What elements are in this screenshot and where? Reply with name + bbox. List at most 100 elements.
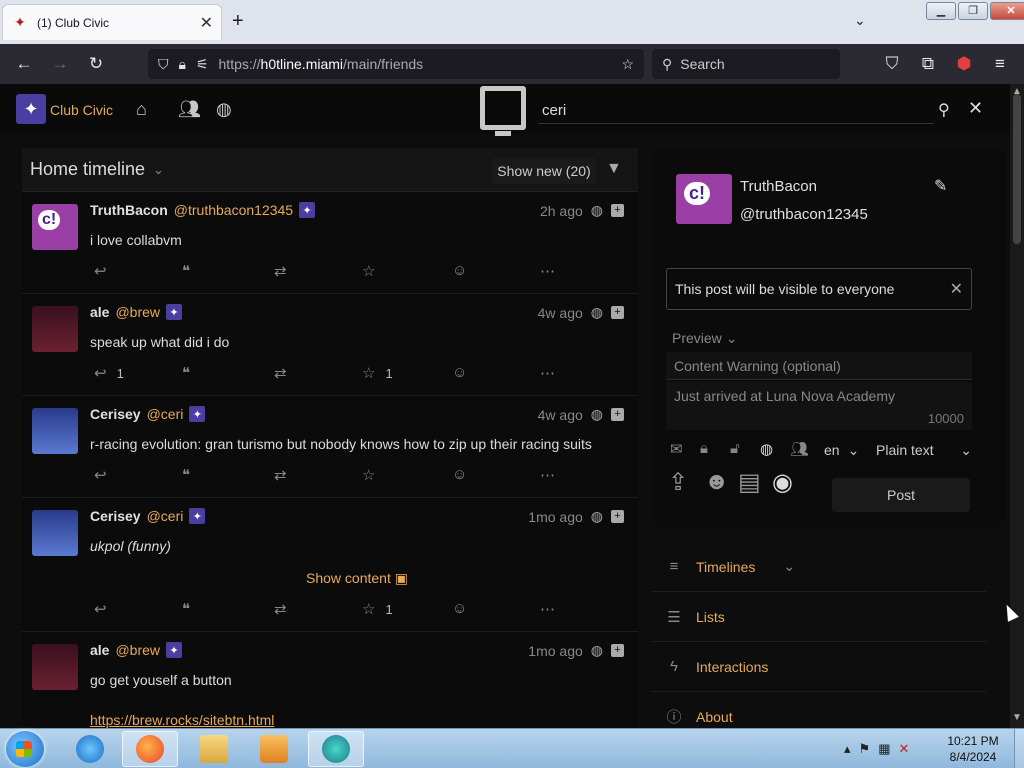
emoji-react-icon[interactable]: ☺ [452,364,467,381]
site-search-input[interactable]: ceri [538,96,934,124]
post-time[interactable]: 2h ago [540,203,583,219]
compose-user-name[interactable]: TruthBacon [740,178,817,195]
compose-user-handle[interactable]: @truthbacon12345 [740,206,868,223]
action-center-flag-icon[interactable]: ⚑ [859,741,871,757]
more-icon[interactable]: ⋯ [540,600,555,618]
quote-icon[interactable]: ❝ [182,364,190,382]
sensitive-media-icon[interactable]: ◉ [772,468,793,497]
scroll-down-icon[interactable]: ▼ [1012,712,1022,723]
lock-icon[interactable]: 🔒︎ [179,56,186,73]
menu-icon[interactable]: ≡ [990,54,1010,74]
system-clock[interactable]: 10:21 PM 8/4/2024 [940,733,1006,765]
more-icon[interactable]: ⋯ [540,364,555,382]
minimize-button[interactable]: ▁ [926,2,956,20]
reload-icon[interactable]: ↻ [86,54,106,74]
emoji-react-icon[interactable]: ☺ [452,600,467,617]
url-text[interactable]: https://h0tline.miami/main/friends [219,56,612,72]
menu-item-about[interactable]: ⓘ About [652,692,986,728]
new-tab-icon[interactable]: + [232,10,244,33]
edit-profile-icon[interactable]: ✎ [934,176,947,196]
expand-icon[interactable]: + [611,510,624,523]
close-window-button[interactable]: ✕ [990,2,1024,20]
post-author-name[interactable]: TruthBacon [90,202,168,218]
site-name[interactable]: Club Civic [50,102,113,118]
start-button[interactable] [6,731,44,767]
network-icon[interactable]: ▦ [878,741,890,757]
search-close-icon[interactable]: ✕ [968,98,983,119]
taskbar-explorer[interactable] [186,731,242,767]
browser-search-bar[interactable]: ⚲ Search [652,49,840,79]
pocket-icon[interactable]: ⛉ [882,54,902,74]
avatar[interactable] [32,306,78,352]
post-author-name[interactable]: ale [90,304,109,320]
poll-icon[interactable]: ▤ [738,468,761,497]
taskbar-app[interactable] [308,731,364,767]
emoji-react-icon[interactable]: ☺ [452,466,467,483]
language-select[interactable]: en ⌄ [824,438,870,462]
close-tab-icon[interactable]: ✕ [200,13,213,33]
unlisted-scope-icon[interactable]: 🔓︎ [730,440,740,457]
shield-icon[interactable]: ⛉ [158,56,169,73]
reply-icon[interactable]: ↩ 1 [94,364,124,382]
favorite-icon[interactable]: ☆ 1 [362,364,393,382]
quote-icon[interactable]: ❝ [182,466,190,484]
dismiss-notice-icon[interactable]: ✕ [950,279,963,299]
extensions-icon[interactable]: ⧉ [918,54,938,74]
avatar[interactable] [32,510,78,556]
expand-icon[interactable]: + [611,306,624,319]
public-scope-icon[interactable]: ◍ [760,440,773,458]
quote-icon[interactable]: ❝ [182,262,190,280]
scrollbar-thumb[interactable] [1013,94,1021,244]
local-scope-icon[interactable]: 👥︎ [790,440,809,458]
format-select[interactable]: Plain text ⌄ [876,438,972,462]
show-desktop-button[interactable] [1014,729,1024,768]
quote-icon[interactable]: ❝ [182,600,190,618]
repeat-icon[interactable]: ⇄ [274,600,287,618]
post-author-name[interactable]: Cerisey [90,406,141,422]
post-link[interactable]: https://brew.rocks/sitebtn.html [90,712,274,728]
reply-icon[interactable]: ↩ [94,262,107,280]
filter-icon[interactable]: ▼ [606,160,622,178]
repeat-icon[interactable]: ⇄ [274,364,287,382]
reply-icon[interactable]: ↩ [94,600,107,618]
volume-muted-icon[interactable]: ✕ [898,741,909,757]
post-button[interactable]: Post [832,478,970,512]
globe-icon[interactable]: ◍ [216,99,232,120]
preview-toggle[interactable]: Preview ⌄ [672,330,737,347]
timeline-title[interactable]: Home timeline [30,159,145,180]
forward-icon[interactable]: → [50,54,70,74]
home-icon[interactable]: ⌂ [136,99,147,120]
post-author-handle[interactable]: @ceri [147,406,184,422]
chevron-down-icon[interactable]: ⌄ [153,162,164,178]
more-icon[interactable]: ⋯ [540,262,555,280]
taskbar-media-player[interactable] [246,731,302,767]
show-new-button[interactable]: Show new (20) [492,158,596,184]
page-scrollbar[interactable]: ▲ ▼ [1010,84,1024,728]
avatar[interactable] [32,644,78,690]
reply-icon[interactable]: ↩ [94,466,107,484]
expand-icon[interactable]: + [611,644,624,657]
post-time[interactable]: 4w ago [538,305,583,321]
emoji-icon[interactable]: ☻ [704,468,729,496]
bookmark-star-icon[interactable]: ☆ [621,56,634,73]
list-all-tabs-icon[interactable]: ⌄ [854,12,866,29]
ublock-icon[interactable]: ⬢ [954,54,974,74]
maximize-button[interactable]: ❐ [958,2,988,20]
post-author-name[interactable]: ale [90,642,109,658]
avatar[interactable] [676,174,732,224]
private-scope-icon[interactable]: 🔒︎ [700,440,708,457]
content-warning-input[interactable]: Content Warning (optional) [666,352,972,380]
show-hidden-icons-icon[interactable]: ▴ [844,741,851,757]
post-time[interactable]: 1mo ago [528,643,582,659]
post-time[interactable]: 1mo ago [528,509,582,525]
direct-scope-icon[interactable]: ✉ [670,440,683,458]
emoji-react-icon[interactable]: ☺ [452,262,467,279]
taskbar-ie[interactable] [62,731,118,767]
favorite-icon[interactable]: ☆ [362,466,375,484]
post-author-handle[interactable]: @truthbacon12345 [174,202,293,218]
post-time[interactable]: 4w ago [538,407,583,423]
expand-icon[interactable]: + [611,408,624,421]
favorite-icon[interactable]: ☆ [362,262,375,280]
avatar[interactable] [32,204,78,250]
post-author-handle[interactable]: @brew [115,642,160,658]
